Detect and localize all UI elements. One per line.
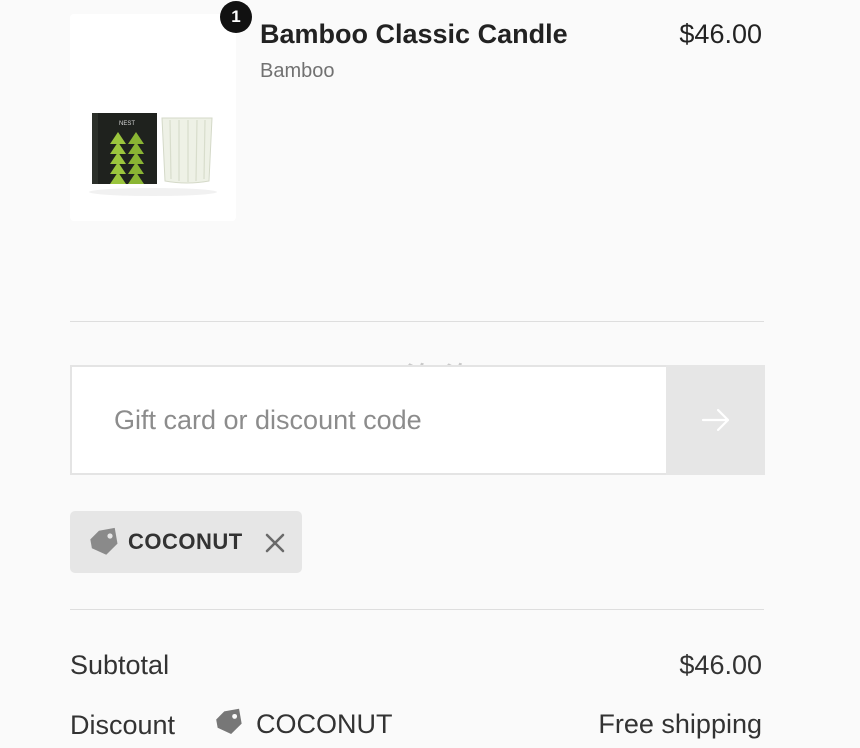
divider: [70, 321, 764, 322]
quantity-badge: 1: [220, 1, 252, 33]
close-icon[interactable]: [264, 532, 286, 554]
product-name: Bamboo Classic Candle: [260, 19, 568, 49]
divider: [70, 609, 764, 610]
product-variant: Bamboo: [260, 60, 335, 82]
applied-discount-code: COCONUT: [128, 529, 243, 554]
product-thumbnail: NEST: [70, 14, 236, 221]
discount-value: Free shipping: [598, 709, 762, 739]
product-price: $46.00: [679, 19, 762, 49]
tag-icon: [90, 527, 118, 555]
applied-discount-chip: COCONUT: [70, 511, 302, 573]
subtotal-value: $46.00: [679, 650, 762, 680]
discount-label: Discount: [70, 710, 176, 740]
discount-code: COCONUT: [256, 709, 393, 739]
arrow-right-icon: [701, 408, 729, 432]
subtotal-label: Subtotal: [70, 650, 170, 680]
discount-code-input[interactable]: [70, 365, 666, 475]
tag-icon: [216, 708, 242, 735]
apply-discount-button[interactable]: [666, 365, 765, 475]
image-brand-text: NEST: [119, 121, 135, 127]
candle-product-image: NEST: [89, 113, 217, 196]
